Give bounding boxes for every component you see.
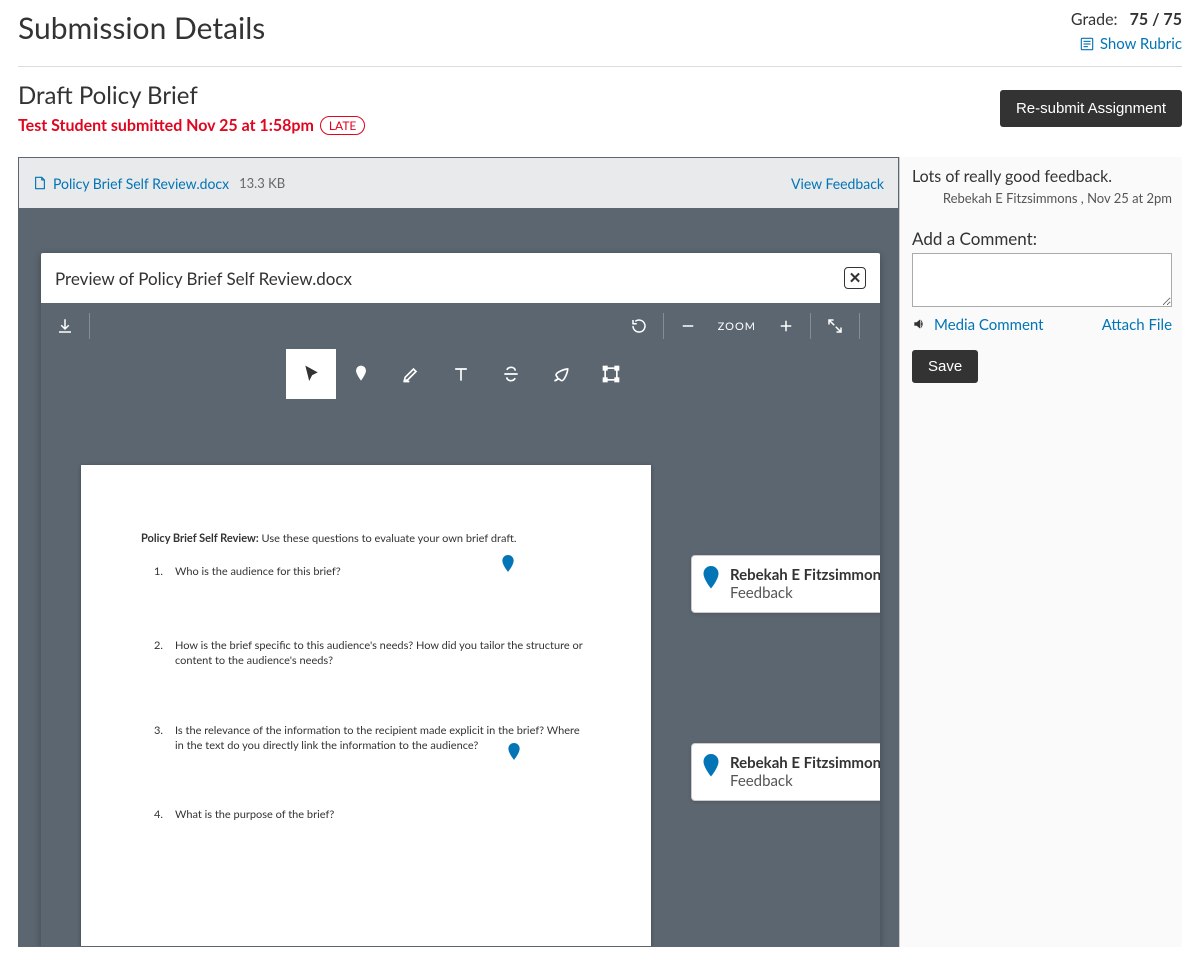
grade-label: Grade: [1071,10,1118,29]
divider [18,66,1182,67]
download-button[interactable] [41,303,89,349]
zoom-out-button[interactable] [664,303,712,349]
expand-icon [826,317,844,335]
add-comment-label: Add a Comment: [912,228,1172,249]
close-icon: ✕ [849,269,862,287]
annotation-pin[interactable] [501,555,515,576]
q-num: 4. [141,807,163,822]
q-text: What is the purpose of the brief? [175,807,591,822]
comment-meta: Rebekah E Fitzsimmons , Nov 25 at 2pm [912,190,1172,206]
cursor-icon [301,364,321,384]
annotation-toolbar [41,349,880,399]
attach-file-link[interactable]: Attach File [1102,316,1172,334]
annotation-text: Feedback [730,772,880,790]
strikethrough-tool[interactable] [486,349,536,399]
show-rubric-label: Show Rubric [1100,35,1182,53]
plus-icon [777,317,795,335]
brush-icon [551,364,571,384]
grade-value: 75 / 75 [1130,10,1182,29]
highlight-tool[interactable] [386,349,436,399]
rotate-icon [630,317,648,335]
close-preview-button[interactable]: ✕ [844,267,866,289]
late-badge: LATE [320,116,365,135]
q-num: 1. [141,564,163,579]
preview-title: Preview of Policy Brief Self Review.docx [55,268,352,289]
assignment-title: Draft Policy Brief [18,81,365,110]
annotation-author: Rebekah E Fitzsimmons [730,566,880,584]
select-tool[interactable] [286,349,336,399]
document-page[interactable]: Policy Brief Self Review: Use these ques… [81,465,651,947]
comment-textarea[interactable] [912,253,1172,307]
text-tool[interactable] [436,349,486,399]
point-annotation-tool[interactable] [336,349,386,399]
show-rubric-link[interactable]: Show Rubric [1080,35,1182,53]
media-comment-link[interactable]: Media Comment [934,316,1044,334]
comment-text: Lots of really good feedback. [912,167,1172,186]
zoom-in-button[interactable] [762,303,810,349]
save-button[interactable]: Save [912,350,978,383]
area-tool[interactable] [586,349,636,399]
file-name-link[interactable]: Policy Brief Self Review.docx [53,175,229,192]
document-icon [33,176,47,190]
q-text: How is the brief specific to this audien… [175,638,591,669]
annotation-card[interactable]: Rebekah E Fitzsimmons Feedback [691,743,880,801]
speaker-icon [912,317,926,334]
submitted-text: Test Student submitted Nov 25 at 1:58pm [18,116,314,135]
q-text: Who is the audience for this brief? [175,564,591,579]
q-num: 2. [141,638,163,669]
comments-sidebar: Lots of really good feedback. Rebekah E … [899,157,1182,947]
annotation-author: Rebekah E Fitzsimmons [730,754,880,772]
view-feedback-link[interactable]: View Feedback [791,175,884,192]
minus-icon [679,317,697,335]
page-title: Submission Details [18,10,265,46]
viewer-toolbar-primary: ZOOM [41,303,880,349]
file-size: 13.3 KB [239,175,285,191]
pin-icon [702,754,720,790]
annotation-text: Feedback [730,584,880,602]
zoom-label: ZOOM [712,320,762,333]
area-icon [601,364,621,384]
annotation-card[interactable]: Rebekah E Fitzsimmons Feedback [691,555,880,613]
fullscreen-button[interactable] [811,303,859,349]
draw-tool[interactable] [536,349,586,399]
download-icon [56,317,74,335]
doc-heading-rest: Use these questions to evaluate your own… [259,532,517,545]
rubric-icon [1080,37,1094,51]
pin-icon [702,566,720,602]
highlighter-icon [401,364,421,384]
strikethrough-icon [501,364,521,384]
text-icon [451,364,471,384]
q-text: Is the relevance of the information to t… [175,723,591,754]
rotate-button[interactable] [615,303,663,349]
resubmit-button[interactable]: Re-submit Assignment [1000,90,1182,127]
pin-icon [351,364,371,384]
annotation-pin[interactable] [507,743,521,764]
doc-heading-bold: Policy Brief Self Review: [141,532,259,545]
q-num: 3. [141,723,163,754]
